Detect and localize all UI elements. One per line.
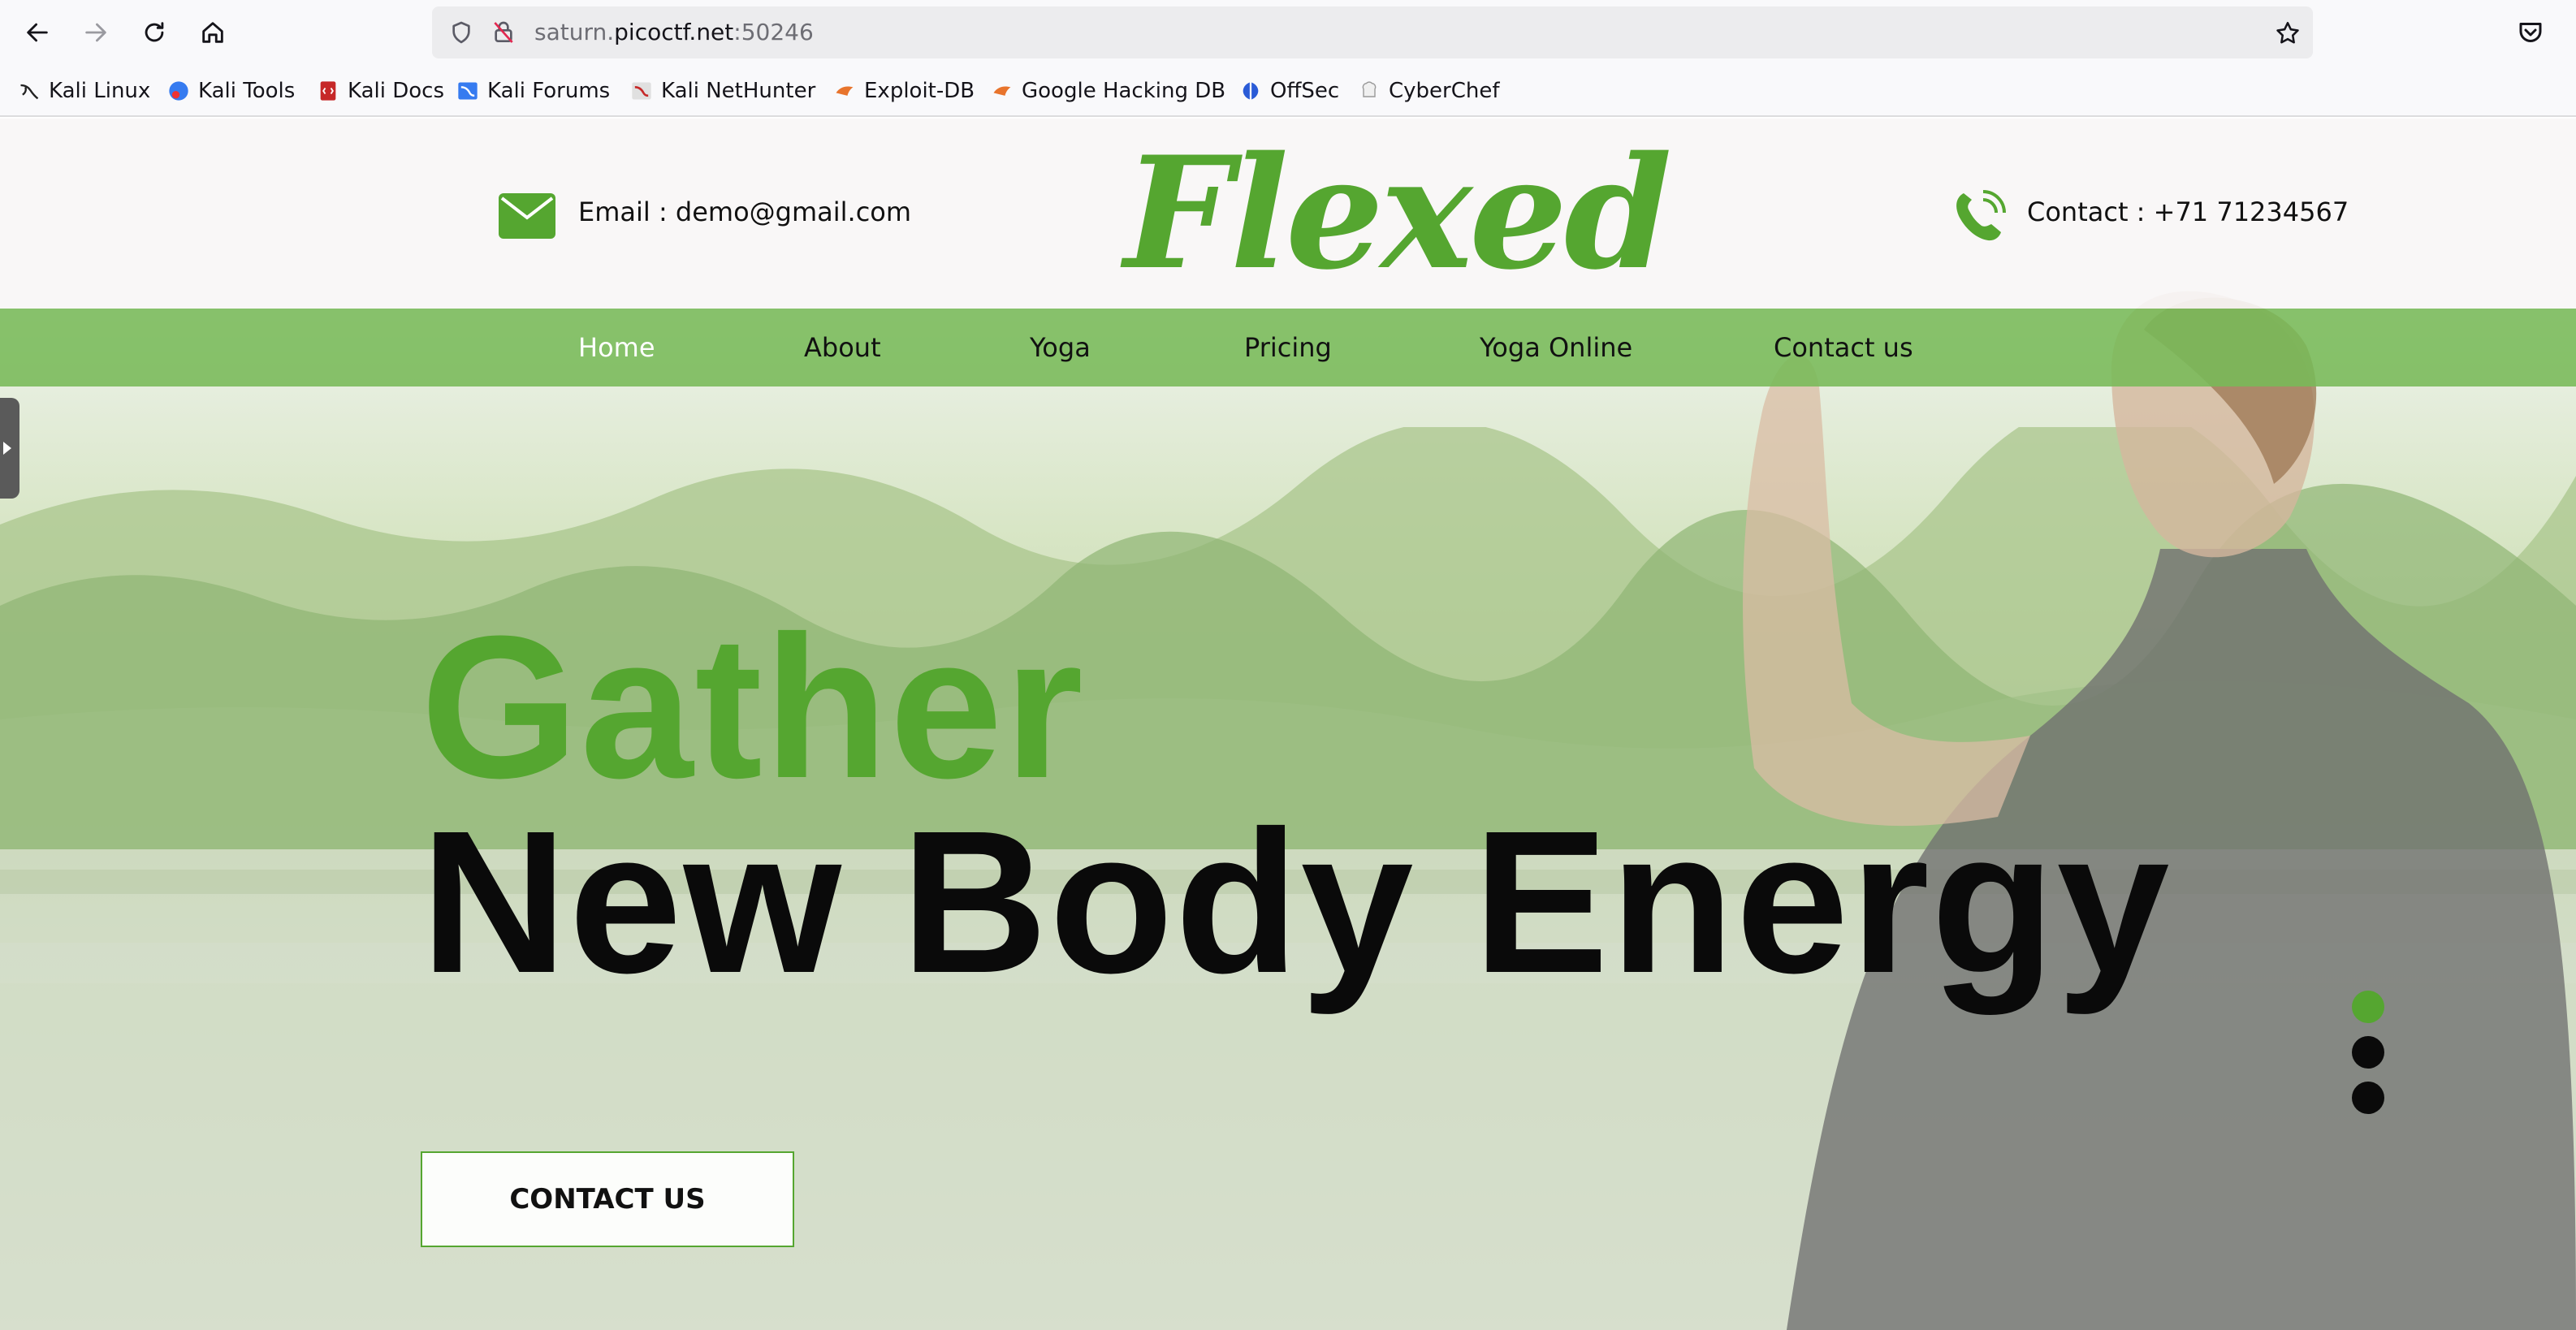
kali-nethunter-icon [632,82,651,100]
bookmark-label: Google Hacking DB [1022,79,1226,103]
reload-icon [145,22,164,42]
bookmark-ghdb[interactable]: Google Hacking DB [991,73,1225,109]
tracking-shield-icon[interactable] [448,19,474,45]
nav-yoga-online[interactable]: Yoga Online [1480,309,1632,386]
envelope-icon [499,193,555,239]
kali-dragon-icon [20,84,39,100]
bookmark-kali-tools[interactable]: Kali Tools [167,73,295,109]
pocket-icon[interactable] [2516,18,2545,47]
ghdb-icon [993,86,1011,96]
url-text[interactable]: saturn.picoctf.net:50246 [534,6,814,58]
forward-button[interactable] [76,13,115,52]
nav-home[interactable]: Home [578,309,655,386]
nav-pricing[interactable]: Pricing [1244,309,1332,386]
home-button[interactable] [193,13,232,52]
bookmark-label: Kali Linux [49,79,151,103]
email-address: Email : demo@gmail.com [578,196,912,227]
bookmarks-toolbar: Kali Linux Kali Tools Kali Docs Kali For… [0,65,2576,117]
bookmark-cyberchef[interactable]: CyberChef [1358,73,1500,109]
reload-button[interactable] [135,13,174,52]
bookmark-label: CyberChef [1389,79,1500,103]
sidebar-toggle-tab[interactable] [0,398,19,499]
bookmark-kali-forums[interactable]: Kali Forums [456,73,610,109]
carousel-dot-3[interactable] [2352,1082,2384,1114]
web-page: Email : demo@gmail.com Flexed Contact : … [0,119,2576,1330]
bookmark-label: Exploit-DB [864,79,975,103]
arrow-right-icon [85,23,106,42]
carousel-dot-1[interactable] [2352,991,2384,1023]
offsec-icon [1243,82,1259,100]
main-nav: Home About Yoga Pricing Yoga Online Cont… [0,309,2576,386]
address-bar[interactable]: saturn.picoctf.net:50246 [432,6,2313,58]
browser-toolbar: saturn.picoctf.net:50246 [0,0,2576,65]
hero-headline-secondary: New Body Energy [421,788,2172,1015]
back-button[interactable] [18,13,57,52]
kali-docs-icon [320,81,336,101]
exploit-db-icon [836,86,854,96]
nav-contact-us[interactable]: Contact us [1774,309,1913,386]
bookmark-kali-docs[interactable]: Kali Docs [317,73,444,109]
nav-yoga[interactable]: Yoga [1030,309,1091,386]
nav-about[interactable]: About [804,309,881,386]
bookmark-star-icon[interactable] [2274,19,2302,47]
bookmark-label: Kali Forums [487,79,611,103]
site-header: Email : demo@gmail.com Flexed Contact : … [0,119,2576,309]
bookmark-label: Kali Tools [198,79,296,103]
bookmark-exploit-db[interactable]: Exploit-DB [833,73,975,109]
bookmark-label: OffSec [1270,79,1340,103]
arrow-left-icon [27,23,48,42]
bookmark-label: Kali Docs [348,79,445,103]
bookmark-offsec[interactable]: OffSec [1239,73,1339,109]
bookmark-kali-nethunter[interactable]: Kali NetHunter [630,73,815,109]
contact-us-button[interactable]: CONTACT US [421,1151,794,1247]
site-logo[interactable]: Flexed [1124,136,1672,291]
bookmark-label: Kali NetHunter [661,79,816,103]
cyberchef-icon [1362,81,1377,97]
bookmark-kali-linux[interactable]: Kali Linux [18,73,150,109]
kali-tools-icon [169,81,188,101]
phone-icon [1956,190,2006,241]
home-icon [202,22,223,43]
contact-phone: Contact : +71 71234567 [2027,196,2349,227]
kali-forums-icon [458,82,478,100]
carousel-dot-2[interactable] [2352,1036,2384,1069]
insecure-lock-icon[interactable] [491,19,516,45]
hero-headline-primary: Gather [421,594,1085,820]
